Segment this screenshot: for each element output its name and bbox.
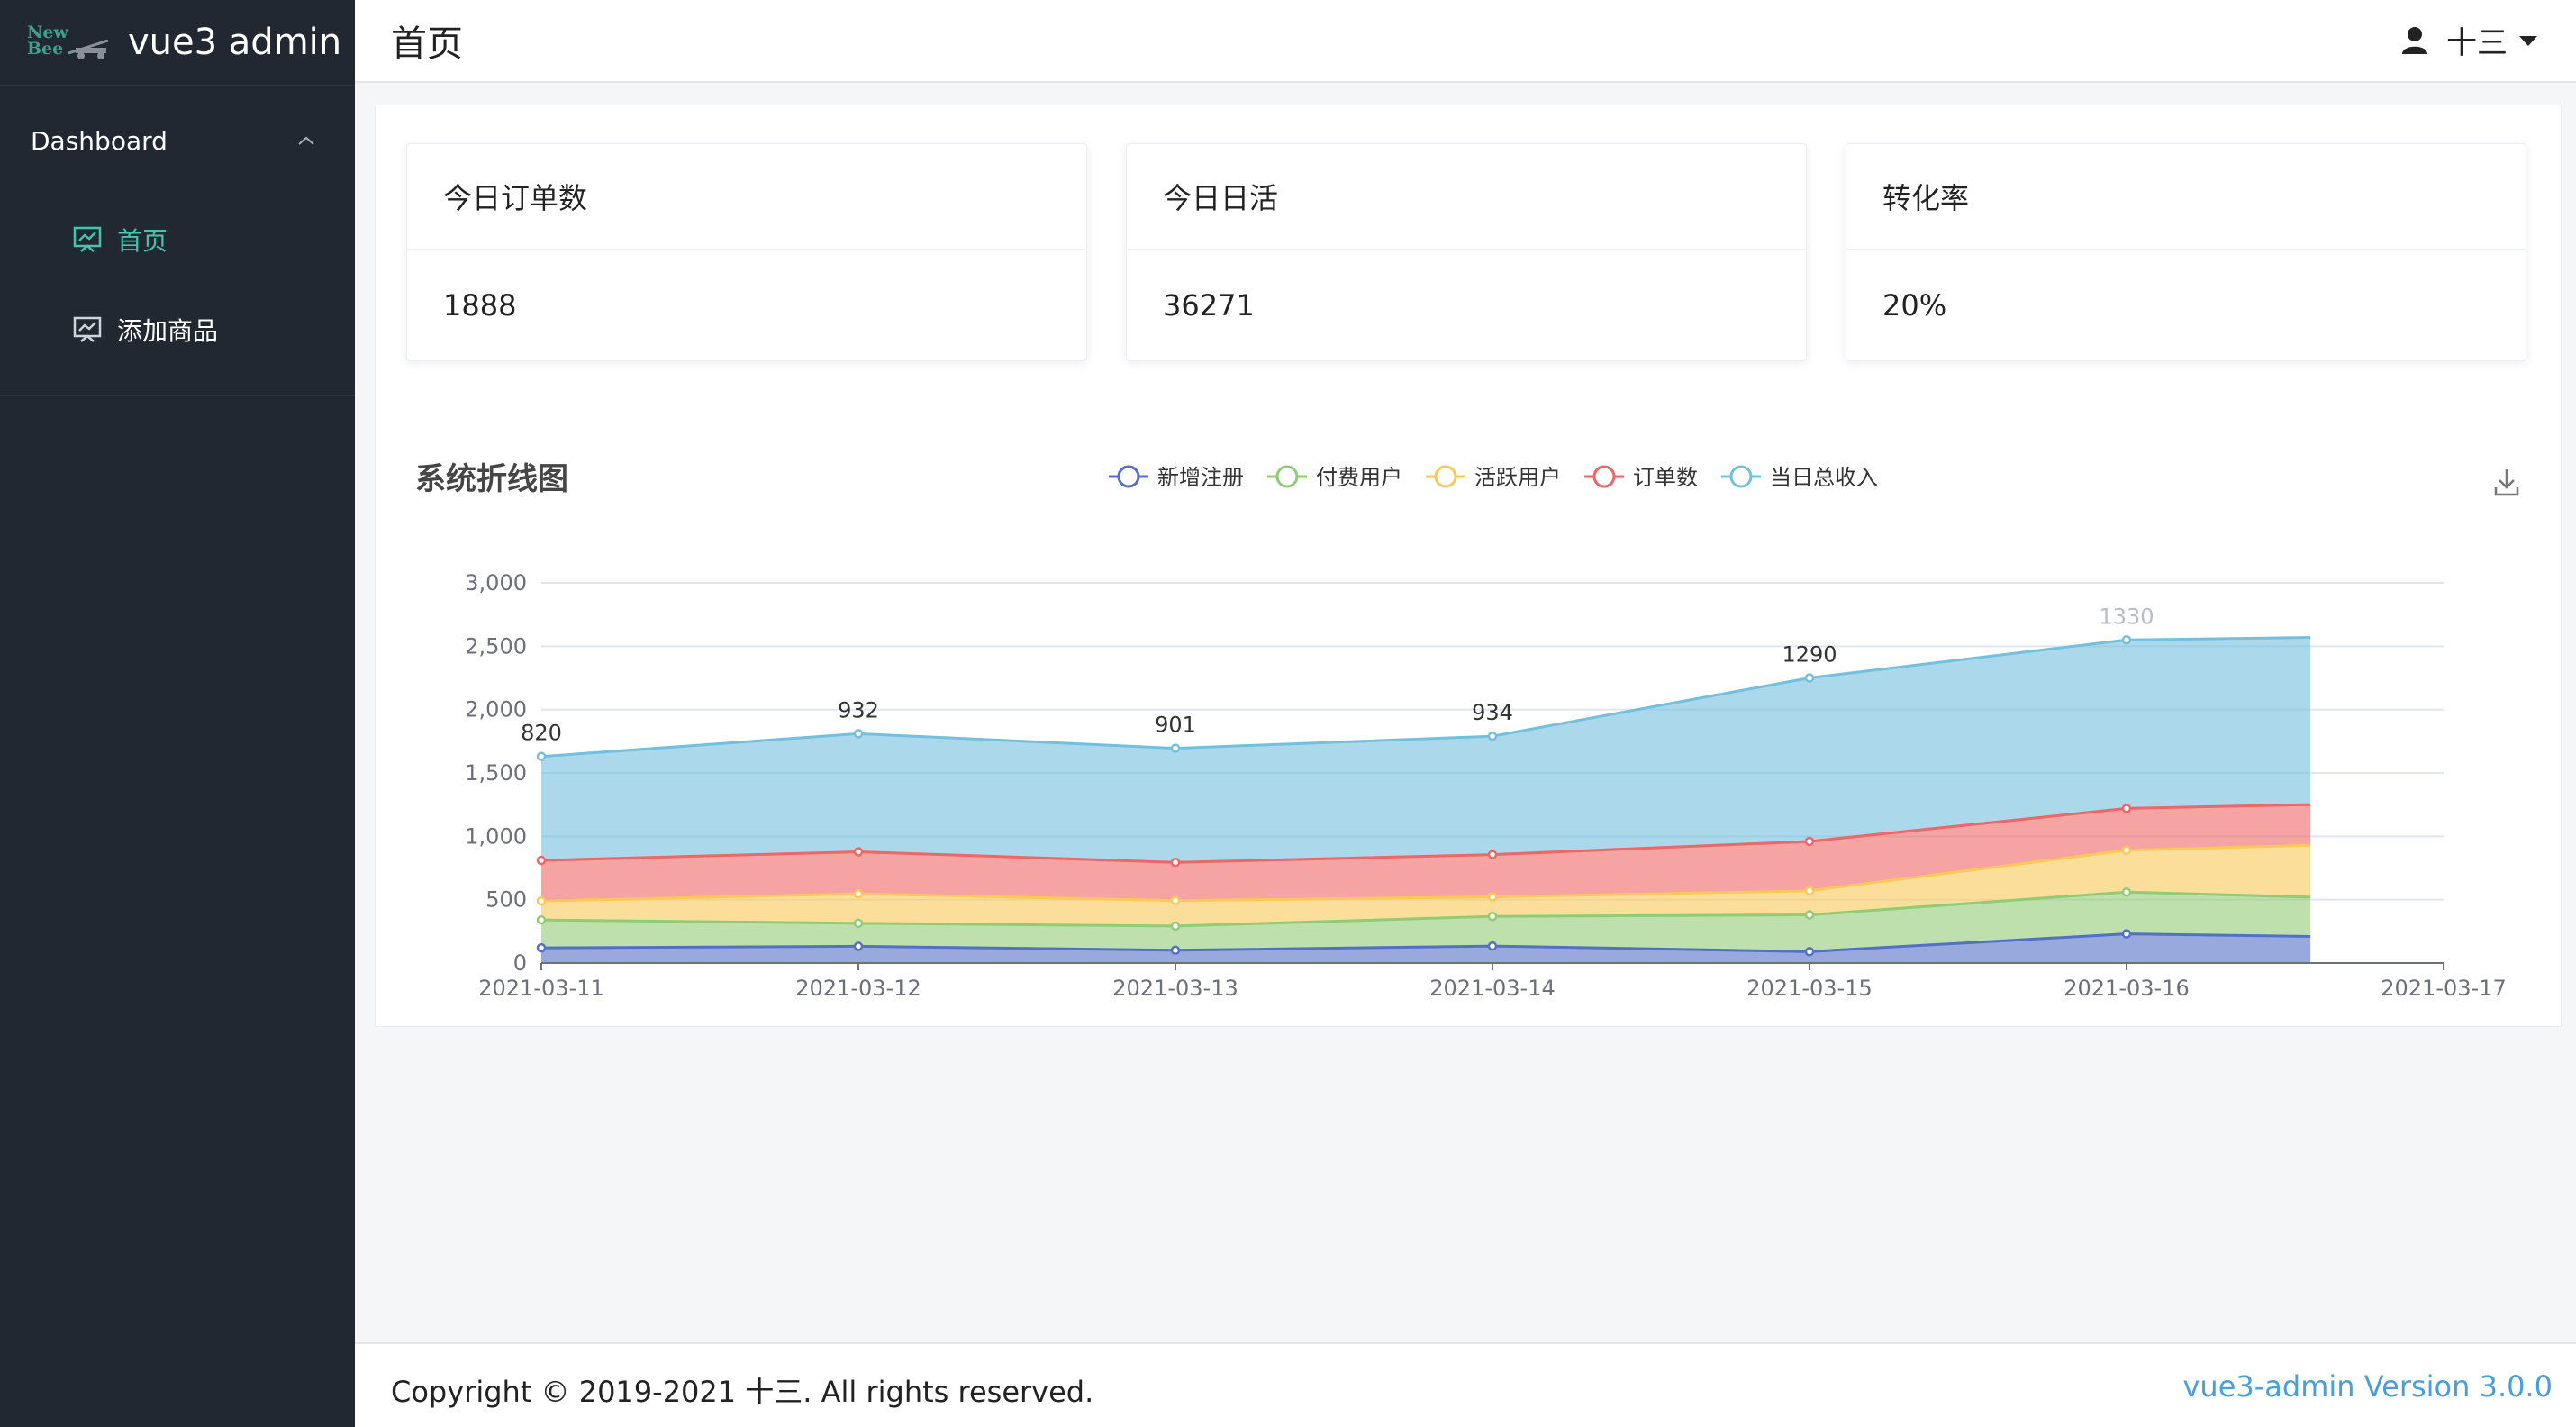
y-tick-label: 2,000 [465,697,527,723]
y-tick-label: 500 [485,887,527,913]
app-title: vue3 admin [128,22,342,63]
data-point[interactable] [1487,850,1498,859]
main-content: 今日订单数 1888 今日日活 36271 转化率 20% 系统折线图 新增注册… [355,83,2576,1342]
logo-text-bottom: Bee [27,39,64,59]
data-point[interactable] [853,941,864,951]
sidebar-group-dashboard[interactable]: Dashboard [0,86,355,195]
data-point[interactable] [853,729,864,739]
data-point[interactable] [1170,921,1181,932]
legend-item[interactable]: 当日总收入 [1721,465,1878,490]
y-tick-label: 1,500 [465,760,527,786]
data-point[interactable] [2121,845,2132,856]
legend-marker [1434,465,1457,488]
bee-car-icon [68,39,109,59]
data-point[interactable] [536,942,547,953]
data-point[interactable] [1804,673,1815,683]
data-point[interactable] [1804,910,1815,920]
legend-marker [1729,465,1753,488]
user-icon [2402,26,2427,54]
legend-item[interactable]: 新增注册 [1109,465,1244,490]
data-point[interactable] [2121,886,2132,897]
x-tick-label: 2021-03-14 [1429,976,1555,1001]
data-point[interactable] [853,918,864,929]
chart-axes: 2021-03-11 2021-03-12 2021-03-13 2021-03-14… [478,962,2507,1001]
data-point[interactable] [853,888,864,899]
chart-areas [536,635,2311,963]
page-title: 首页 [391,23,463,65]
data-point[interactable] [1170,895,1181,905]
top-header: 首页 十三 [355,0,2576,83]
footer: Copyright © 2019-2021 十三. All rights res… [355,1342,2576,1427]
x-tick-label: 2021-03-11 [478,976,603,1001]
data-point[interactable] [536,914,547,925]
legend-label: 付费用户 [1316,465,1402,490]
data-point[interactable] [536,855,547,866]
data-label: 901 [1155,713,1196,738]
caret-down-icon [2519,35,2537,46]
data-point[interactable] [1804,886,1815,896]
data-point[interactable] [536,751,547,761]
legend-item[interactable]: 活跃用户 [1426,465,1561,490]
sidebar-group-label: Dashboard [31,125,168,156]
legend-marker [1275,465,1299,488]
data-point[interactable] [2121,635,2132,645]
y-tick-label: 1,000 [465,823,527,849]
legend-marker [1117,465,1140,488]
sidebar: New Bee vue3 admin Dashboard 首页 添加商品 [0,0,355,1427]
x-tick-label: 2021-03-13 [1112,976,1238,1001]
presentation-chart-icon [73,316,102,342]
sidebar-item-home[interactable]: 首页 [0,195,355,285]
data-point[interactable] [1804,947,1815,957]
data-point[interactable] [1487,911,1498,922]
version-link[interactable]: vue3-admin Version 3.0.0 [2182,1369,2553,1404]
data-point[interactable] [1487,941,1498,951]
sidebar-divider [0,395,355,396]
data-point[interactable] [1487,892,1498,902]
x-tick-label: 2021-03-15 [1746,976,1872,1001]
user-name: 十三 [2446,25,2508,61]
chevron-up-icon [298,136,314,145]
x-tick-label: 2021-03-12 [795,976,921,1001]
legend-item[interactable]: 付费用户 [1267,465,1402,490]
data-point[interactable] [1170,945,1181,956]
sidebar-item-label: 首页 [117,226,168,256]
x-tick-label: 2021-03-17 [2381,976,2506,1001]
y-tick-label: 2,500 [465,633,527,659]
copyright-text: Copyright © 2019-2021 十三. All rights res… [391,1375,1094,1409]
legend-label: 当日总收入 [1770,465,1878,490]
data-label: 820 [521,721,562,746]
sidebar-header: New Bee vue3 admin [0,0,355,86]
data-point[interactable] [1170,858,1181,868]
data-point[interactable] [536,895,547,906]
chart-legend: 新增注册 付费用户 活跃用户 订单数 当日总收入 [1109,465,1878,490]
line-chart: 系统折线图 新增注册 付费用户 活跃用户 订单数 当日总收入 0 500 1,000 1,50… [415,461,2519,1001]
legend-label: 订单数 [1633,465,1698,490]
x-tick-label: 2021-03-16 [2064,976,2189,1001]
data-point[interactable] [2121,804,2132,813]
dashboard-panel: 今日订单数 1888 今日日活 36271 转化率 20% 系统折线图 新增注册… [375,105,2562,1027]
data-label: 1330 [2099,604,2154,629]
data-point[interactable] [853,847,864,857]
data-label: 1290 [1782,642,1837,668]
logo: New Bee [25,24,112,60]
user-menu[interactable]: 十三 [2401,18,2556,62]
data-label: 932 [838,697,879,723]
legend-label: 活跃用户 [1474,465,1561,490]
legend-marker [1592,465,1616,488]
y-tick-label: 3,000 [465,570,527,595]
chart-title: 系统折线图 [415,461,568,497]
data-label: 934 [1472,700,1513,725]
data-point[interactable] [1804,836,1815,847]
data-point[interactable] [1487,731,1498,741]
sidebar-item-label: 添加商品 [117,316,219,346]
y-tick-label: 0 [513,950,527,976]
legend-label: 新增注册 [1157,465,1244,490]
presentation-chart-icon [73,226,102,252]
data-point[interactable] [1170,743,1181,753]
download-icon[interactable] [2494,469,2519,496]
legend-item[interactable]: 订单数 [1584,465,1698,490]
sidebar-item-add-product[interactable]: 添加商品 [0,285,355,375]
data-point[interactable] [2121,929,2132,939]
